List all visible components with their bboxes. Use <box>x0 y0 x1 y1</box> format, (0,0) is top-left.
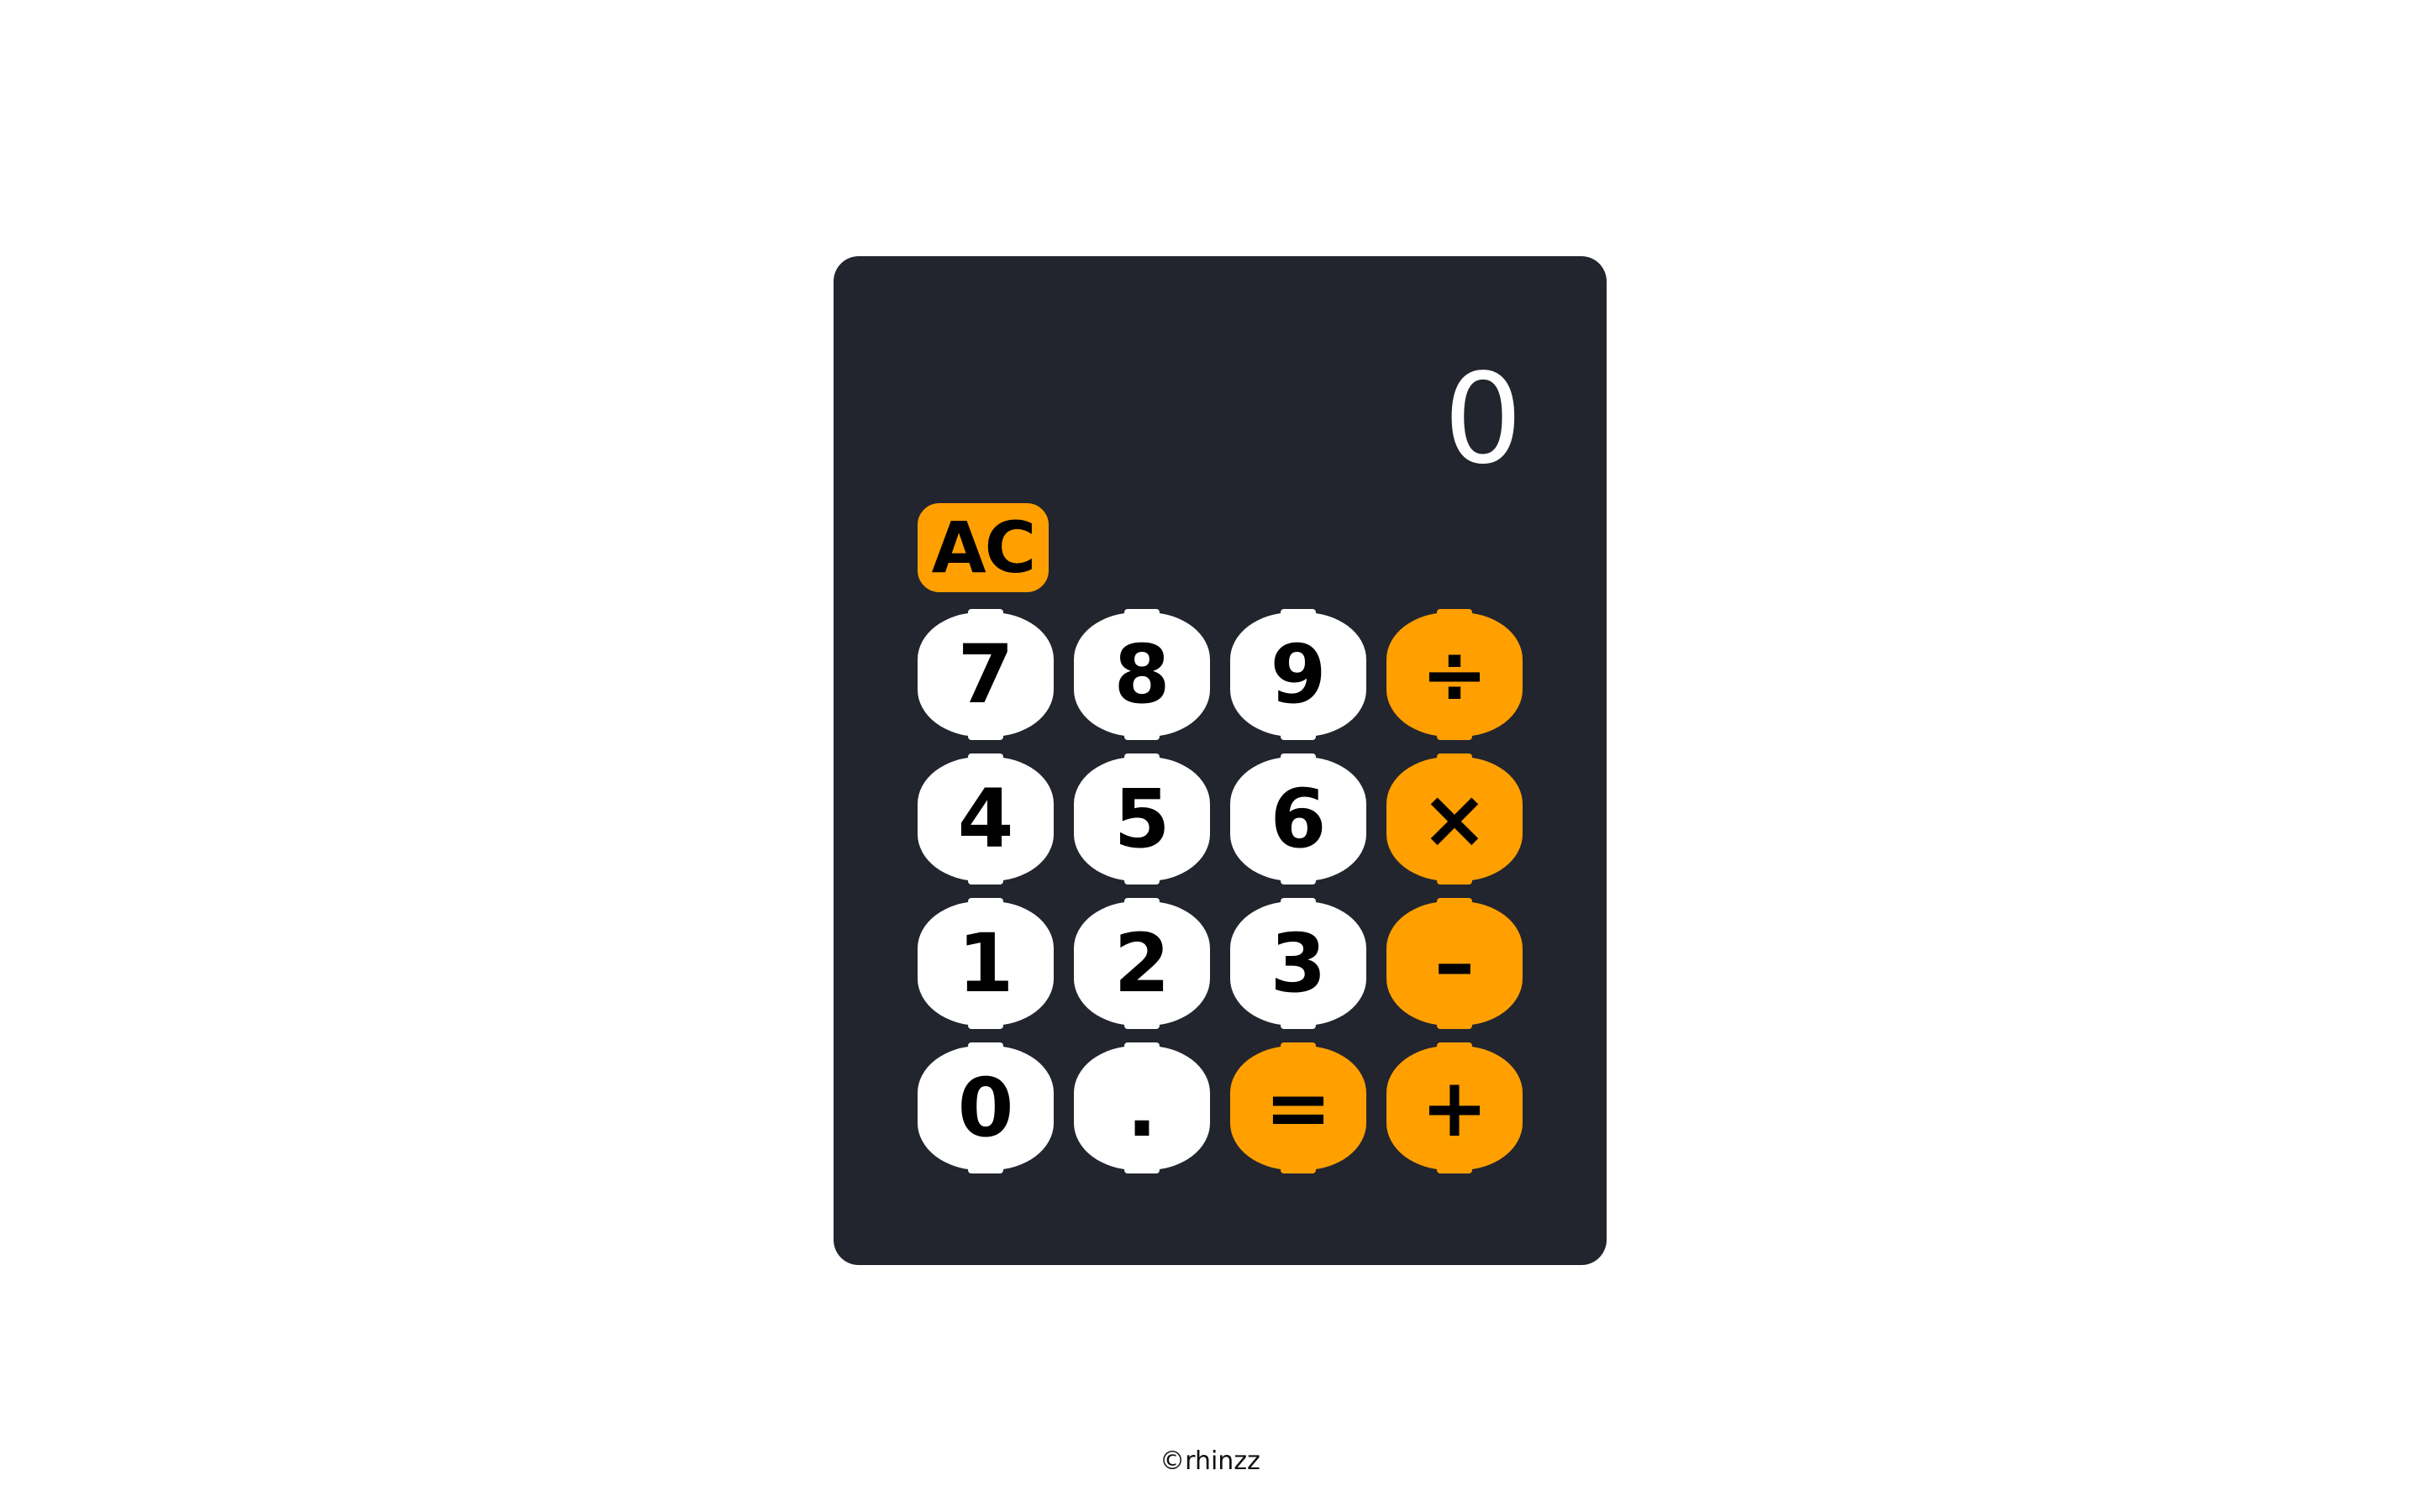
key-label: 1 <box>957 916 1014 1011</box>
key-label: 3 <box>1270 916 1327 1011</box>
key-label: 6 <box>1270 772 1327 866</box>
multiply-key[interactable]: × <box>1383 753 1526 885</box>
key-label: 5 <box>1113 772 1171 866</box>
key-7[interactable]: 7 <box>914 609 1057 740</box>
key-4[interactable]: 4 <box>914 753 1057 885</box>
key-label: – <box>1434 916 1475 1011</box>
key-label: ÷ <box>1420 627 1489 722</box>
key-label: 8 <box>1113 627 1171 722</box>
page: 0 AC 7 8 9 ÷ 4 5 6 × 1 2 3 – 0 . = + ©rh… <box>0 0 2420 1512</box>
equals-key[interactable]: = <box>1227 1042 1370 1173</box>
keypad: 7 8 9 ÷ 4 5 6 × 1 2 3 – 0 . = + <box>914 609 1526 1173</box>
key-label: 2 <box>1113 916 1171 1011</box>
key-6[interactable]: 6 <box>1227 753 1370 885</box>
all-clear-button[interactable]: AC <box>914 500 1052 596</box>
key-label: 0 <box>957 1061 1014 1155</box>
key-label: 4 <box>957 772 1014 866</box>
key-1[interactable]: 1 <box>914 898 1057 1029</box>
divide-key[interactable]: ÷ <box>1383 609 1526 740</box>
add-key[interactable]: + <box>1383 1042 1526 1173</box>
key-5[interactable]: 5 <box>1071 753 1213 885</box>
key-0[interactable]: 0 <box>914 1042 1057 1173</box>
calculator: 0 AC 7 8 9 ÷ 4 5 6 × 1 2 3 – 0 . = + <box>834 256 1607 1265</box>
key-label: + <box>1420 1061 1489 1155</box>
display-value: 0 <box>1443 347 1523 491</box>
key-label: = <box>1264 1061 1333 1155</box>
key-label: . <box>1126 1061 1158 1155</box>
subtract-key[interactable]: – <box>1383 898 1526 1029</box>
footer-credit: ©rhinzz <box>1160 1446 1260 1476</box>
key-label: 7 <box>957 627 1014 722</box>
key-9[interactable]: 9 <box>1227 609 1370 740</box>
key-label: × <box>1420 772 1489 866</box>
key-8[interactable]: 8 <box>1071 609 1213 740</box>
key-2[interactable]: 2 <box>1071 898 1213 1029</box>
decimal-key[interactable]: . <box>1071 1042 1213 1173</box>
key-label: 9 <box>1270 627 1327 722</box>
key-3[interactable]: 3 <box>1227 898 1370 1029</box>
